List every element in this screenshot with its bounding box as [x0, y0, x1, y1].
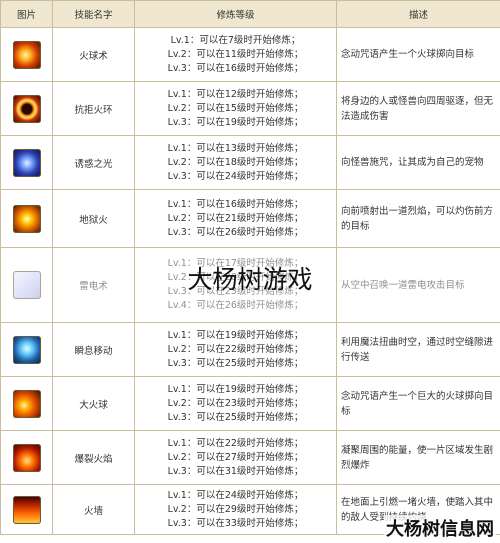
fire-ring-icon: [12, 94, 41, 123]
level-requirement: Lv.2：可以在22级时开始修炼；: [167, 343, 304, 355]
level-requirement: Lv.1：可以在7级时开始修炼；: [170, 34, 301, 46]
skill-icon-cell: [0, 189, 53, 248]
skill-name: 火球术: [52, 27, 135, 82]
level-requirement: Lv.3：可以在24级时开始修炼；: [167, 170, 304, 182]
skill-levels: Lv.1：可以在24级时开始修炼； Lv.2：可以在29级时开始修炼； Lv.3：可…: [134, 484, 337, 535]
level-requirement: Lv.1：可以在13级时开始修炼；: [167, 142, 304, 154]
skill-icon-cell: [0, 135, 53, 190]
skill-icon-cell: [0, 484, 53, 535]
skill-levels: Lv.1：可以在7级时开始修炼； Lv.2：可以在11级时开始修炼； Lv.3：可以…: [134, 27, 337, 82]
level-requirement: Lv.4：可以在26级时开始修炼；: [167, 300, 304, 311]
level-requirement: Lv.3：可以在19级时开始修炼；: [167, 116, 304, 128]
skill-description: 念动咒语产生一个火球掷向目标: [336, 27, 500, 82]
level-requirement: Lv.3：可以在26级时开始修炼；: [167, 226, 304, 238]
skill-levels: Lv.1：可以在19级时开始修炼； Lv.2：可以在22级时开始修炼； Lv.3：可…: [134, 322, 337, 377]
header-image: 图片: [0, 0, 53, 28]
skill-name: 爆裂火焰: [52, 430, 135, 485]
level-requirement: Lv.1：可以在16级时开始修炼；: [167, 198, 304, 210]
charm-light-icon: [12, 148, 41, 177]
watermark-center: 大杨树游戏: [187, 265, 313, 294]
header-level: 修炼等级: [134, 0, 337, 28]
level-requirement: Lv.2：可以在18级时开始修炼；: [167, 156, 304, 168]
table-row: 火球术 Lv.1：可以在7级时开始修炼； Lv.2：可以在11级时开始修炼； Lv.3…: [0, 27, 500, 82]
level-requirement: Lv.1：可以在19级时开始修炼；: [167, 329, 304, 341]
level-requirement: Lv.3：可以在25级时开始修炼；: [167, 411, 304, 423]
teleport-icon: [12, 335, 41, 364]
skill-icon-cell: [0, 430, 53, 485]
blast-icon: [12, 443, 41, 472]
skill-levels: Lv.1：可以在16级时开始修炼； Lv.2：可以在21级时开始修炼； Lv.3：可…: [134, 189, 337, 248]
header-skill-name: 技能名字: [52, 0, 135, 28]
skill-description: 念动咒语产生一个巨大的火球掷向目标: [336, 376, 500, 431]
skill-name: 地狱火: [52, 189, 135, 248]
table-row: 抗拒火环 Lv.1：可以在12级时开始修炼； Lv.2：可以在15级时开始修炼； Lv…: [0, 81, 500, 136]
level-requirement: Lv.2：可以在15级时开始修炼；: [167, 102, 304, 114]
level-requirement: Lv.1：可以在22级时开始修炼；: [167, 437, 304, 449]
skill-description: 向怪兽施咒，让其成为自己的宠物: [336, 135, 500, 190]
hellfire-icon: [12, 204, 41, 233]
level-requirement: Lv.1：可以在24级时开始修炼；: [167, 489, 304, 501]
skill-icon-cell: [0, 376, 53, 431]
skill-levels: Lv.1：可以在13级时开始修炼； Lv.2：可以在18级时开始修炼； Lv.3：可…: [134, 135, 337, 190]
level-requirement: Lv.3：可以在16级时开始修炼；: [167, 62, 304, 74]
level-requirement: Lv.3：可以在25级时开始修炼；: [167, 357, 304, 369]
skill-name: 火墙: [52, 484, 135, 535]
skill-description: 凝聚周围的能量，使一片区域发生剧烈爆炸: [336, 430, 500, 485]
header-description: 描述: [336, 0, 500, 28]
table-row: 爆裂火焰 Lv.1：可以在22级时开始修炼； Lv.2：可以在27级时开始修炼； Lv…: [0, 430, 500, 485]
skill-description: 利用魔法扭曲时空，通过时空缝隙进行传送: [336, 322, 500, 377]
level-requirement: Lv.1：可以在19级时开始修炼；: [167, 383, 304, 395]
table-row: 诱惑之光 Lv.1：可以在13级时开始修炼； Lv.2：可以在18级时开始修炼； Lv…: [0, 135, 500, 190]
skill-icon-cell: [0, 27, 53, 82]
table-row: 大火球 Lv.1：可以在19级时开始修炼； Lv.2：可以在23级时开始修炼； Lv.…: [0, 376, 500, 431]
skill-name: 诱惑之光: [52, 135, 135, 190]
table-row: 地狱火 Lv.1：可以在16级时开始修炼； Lv.2：可以在21级时开始修炼； Lv.…: [0, 189, 500, 248]
skill-levels: Lv.1：可以在12级时开始修炼； Lv.2：可以在15级时开始修炼； Lv.3：可…: [134, 81, 337, 136]
skill-name: 瞬息移动: [52, 322, 135, 377]
watermark-corner: 大杨树信息网: [384, 515, 496, 541]
level-requirement: Lv.3：可以在31级时开始修炼；: [167, 465, 304, 477]
big-fireball-icon: [12, 389, 41, 418]
level-requirement: Lv.2：可以在29级时开始修炼；: [167, 503, 304, 515]
skill-name: 大火球: [52, 376, 135, 431]
skill-name: 抗拒火环: [52, 81, 135, 136]
fire-wall-icon: [12, 495, 41, 524]
skill-levels: Lv.1：可以在22级时开始修炼； Lv.2：可以在27级时开始修炼； Lv.3：可…: [134, 430, 337, 485]
skill-levels: Lv.1：可以在19级时开始修炼； Lv.2：可以在23级时开始修炼； Lv.3：可…: [134, 376, 337, 431]
level-requirement: Lv.3：可以在33级时开始修炼；: [167, 517, 304, 529]
skill-icon-cell: [0, 322, 53, 377]
skill-icon-cell: [0, 81, 53, 136]
level-requirement: Lv.2：可以在21级时开始修炼；: [167, 212, 304, 224]
level-requirement: Lv.1：可以在12级时开始修炼；: [167, 88, 304, 100]
table-row: 瞬息移动 Lv.1：可以在19级时开始修炼； Lv.2：可以在22级时开始修炼； Lv…: [0, 322, 500, 377]
level-requirement: Lv.2：可以在23级时开始修炼；: [167, 397, 304, 409]
level-requirement: Lv.2：可以在11级时开始修炼；: [167, 48, 304, 60]
level-requirement: Lv.2：可以在27级时开始修炼；: [167, 451, 304, 463]
skill-description: 将身边的人或怪兽向四周驱逐，但无法造成伤害: [336, 81, 500, 136]
fireball-icon: [12, 40, 41, 69]
skill-description: 向前喷射出一道烈焰，可以灼伤前方的目标: [336, 189, 500, 248]
table-header-row: 图片 技能名字 修炼等级 描述: [0, 0, 500, 28]
